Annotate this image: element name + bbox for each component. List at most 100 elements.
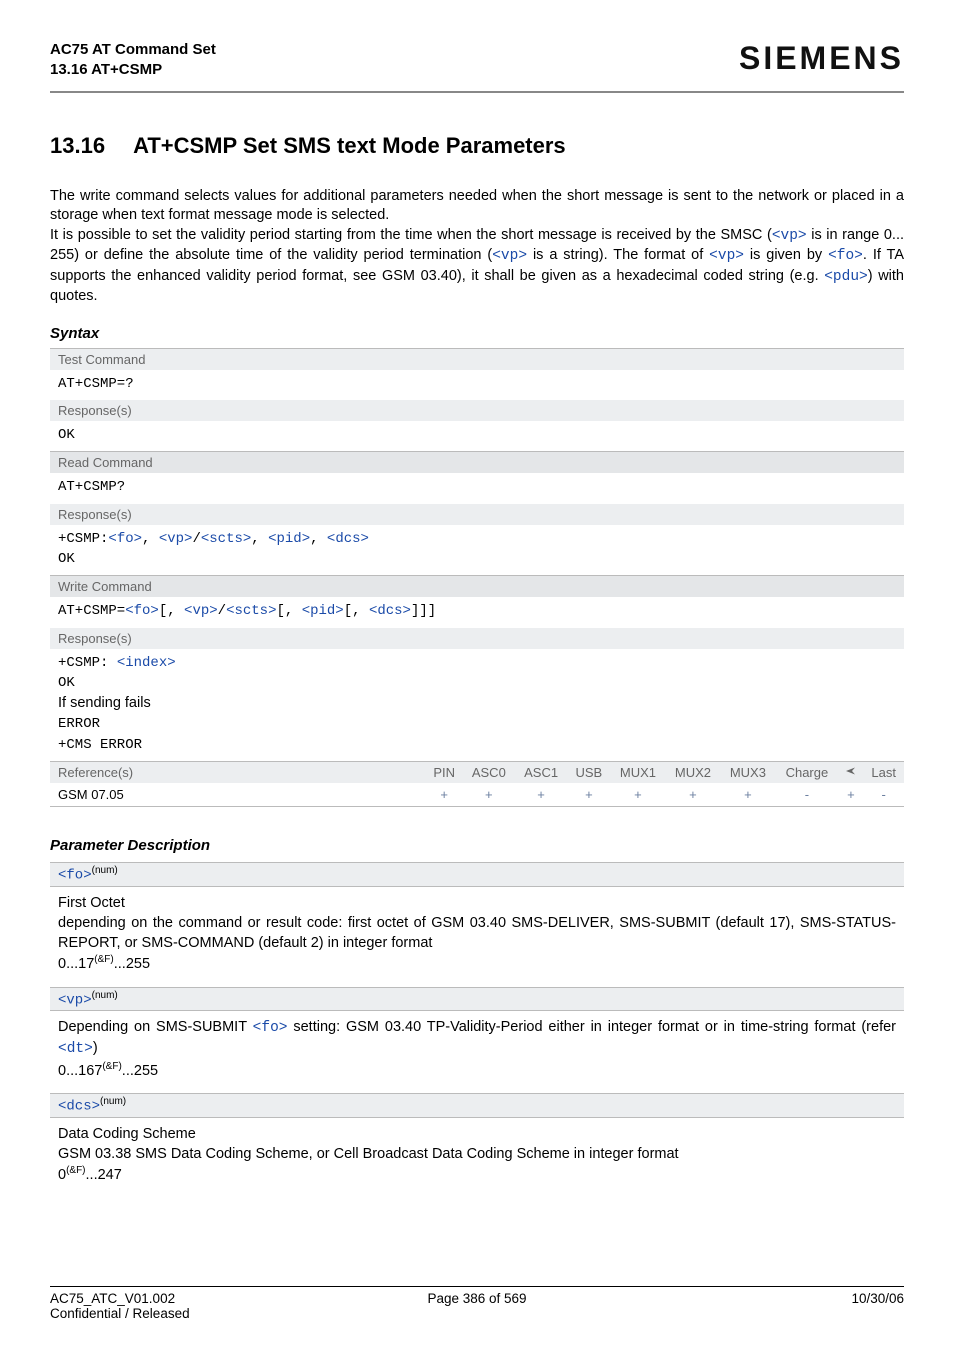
ref-head: Reference(s)	[50, 761, 426, 783]
fo-title: First Octet	[58, 893, 896, 913]
dcs-link[interactable]: <dcs>	[369, 603, 411, 619]
header-left: AC75 AT Command Set 13.16 AT+CSMP	[50, 40, 216, 81]
dcs-range: 0(&F)...247	[58, 1164, 896, 1185]
footer-page: Page 386 of 569	[335, 1291, 620, 1321]
param-vp-bar: <vp>(num)	[50, 987, 904, 1012]
vp-link[interactable]: <vp>	[772, 228, 807, 244]
test-command-block: Test Command AT+CSMP=? Response(s) OK	[50, 348, 904, 452]
ref-cell: -	[775, 783, 838, 807]
response-ok: OK	[58, 673, 896, 693]
footer-date: 10/30/06	[619, 1291, 904, 1321]
intro-text-2c: is a string). The format of	[527, 247, 709, 263]
read-command-bar: Read Command	[50, 452, 904, 473]
ref-cell: +	[515, 783, 567, 807]
col-arrow	[838, 761, 863, 783]
response-cms-error: +CMS ERROR	[58, 735, 896, 755]
responses-bar: Response(s)	[50, 628, 904, 649]
vp-desc: Depending on SMS-SUBMIT <fo> setting: GS…	[58, 1017, 896, 1060]
ref-cell: -	[863, 783, 904, 807]
col-mux2: MUX2	[665, 761, 720, 783]
col-pin: PIN	[426, 761, 463, 783]
section-number: 13.16	[50, 133, 105, 159]
ref-cell: +	[665, 783, 720, 807]
col-asc0: ASC0	[463, 761, 515, 783]
dcs-title: Data Coding Scheme	[58, 1124, 896, 1144]
ref-cell: +	[567, 783, 610, 807]
response-error: ERROR	[58, 714, 896, 734]
fo-link[interactable]: <fo>	[253, 1020, 288, 1036]
test-command-text: AT+CSMP=?	[58, 374, 896, 394]
footer-version: AC75_ATC_V01.002	[50, 1291, 175, 1306]
response-ok: OK	[58, 425, 896, 445]
scts-link[interactable]: <scts>	[226, 603, 276, 619]
fo-range: 0...17(&F)...255	[58, 953, 896, 974]
ref-cell: +	[426, 783, 463, 807]
ref-cell: +	[720, 783, 775, 807]
intro-text-1: The write command selects values for add…	[50, 188, 904, 224]
col-usb: USB	[567, 761, 610, 783]
read-command-text: AT+CSMP?	[58, 477, 896, 497]
responses-bar: Response(s)	[50, 504, 904, 525]
param-dcs-bar: <dcs>(num)	[50, 1093, 904, 1118]
pid-link[interactable]: <pid>	[268, 531, 310, 547]
vp-link[interactable]: <vp>	[709, 248, 744, 264]
section-title: AT+CSMP Set SMS text Mode Parameters	[133, 133, 566, 158]
intro-text-2a: It is possible to set the validity perio…	[50, 227, 772, 243]
vp-range: 0...167(&F)...255	[58, 1060, 896, 1081]
syntax-heading: Syntax	[50, 325, 904, 342]
section-heading: 13.16 AT+CSMP Set SMS text Mode Parameter…	[50, 133, 904, 159]
reference-table: Reference(s) PIN ASC0 ASC1 USB MUX1 MUX2…	[50, 761, 904, 807]
read-command-block: Read Command AT+CSMP? Response(s) +CSMP:…	[50, 451, 904, 575]
doc-subtitle: 13.16 AT+CSMP	[50, 60, 216, 80]
ref-cell: +	[611, 783, 666, 807]
fo-tag[interactable]: <fo>	[58, 868, 92, 884]
page-header: AC75 AT Command Set 13.16 AT+CSMP SIEMEN…	[50, 40, 904, 93]
param-fo-bar: <fo>(num)	[50, 862, 904, 887]
write-command-text: AT+CSMP=<fo>[, <vp>/<scts>[, <pid>[, <dc…	[58, 601, 896, 621]
airplane-icon	[845, 765, 857, 777]
dcs-link[interactable]: <dcs>	[327, 531, 369, 547]
footer-left: AC75_ATC_V01.002 Confidential / Released	[50, 1291, 335, 1321]
pdu-link[interactable]: <pdu>	[824, 269, 868, 285]
responses-bar: Response(s)	[50, 400, 904, 421]
index-link[interactable]: <index>	[117, 655, 176, 671]
test-command-bar: Test Command	[50, 349, 904, 370]
dcs-tag[interactable]: <dcs>	[58, 1099, 100, 1115]
param-dcs-body: Data Coding Scheme GSM 03.38 SMS Data Co…	[50, 1118, 904, 1190]
param-fo-body: First Octet depending on the command or …	[50, 887, 904, 979]
brand-logo: SIEMENS	[739, 40, 904, 77]
intro-text-2d: is given by	[744, 247, 828, 263]
vp-link[interactable]: <vp>	[492, 248, 527, 264]
col-mux3: MUX3	[720, 761, 775, 783]
doc-title: AC75 AT Command Set	[50, 40, 216, 60]
fo-desc: depending on the command or result code:…	[58, 913, 896, 954]
vp-tag[interactable]: <vp>	[58, 992, 92, 1008]
intro-paragraph: The write command selects values for add…	[50, 187, 904, 307]
vp-link[interactable]: <vp>	[159, 531, 193, 547]
ref-value: GSM 07.05	[50, 783, 426, 807]
pid-link[interactable]: <pid>	[302, 603, 344, 619]
fo-link[interactable]: <fo>	[108, 531, 142, 547]
param-vp-body: Depending on SMS-SUBMIT <fo> setting: GS…	[50, 1011, 904, 1085]
dcs-desc: GSM 03.38 SMS Data Coding Scheme, or Cel…	[58, 1144, 896, 1164]
ref-cell: +	[838, 783, 863, 807]
write-command-block: Write Command AT+CSMP=<fo>[, <vp>/<scts>…	[50, 575, 904, 761]
col-mux1: MUX1	[611, 761, 666, 783]
fo-link[interactable]: <fo>	[125, 603, 159, 619]
scts-link[interactable]: <scts>	[201, 531, 251, 547]
col-asc1: ASC1	[515, 761, 567, 783]
footer-confidential: Confidential / Released	[50, 1306, 190, 1321]
col-charge: Charge	[775, 761, 838, 783]
col-last: Last	[863, 761, 904, 783]
page-footer: AC75_ATC_V01.002 Confidential / Released…	[50, 1286, 904, 1321]
read-response-line: +CSMP:<fo>, <vp>/<scts>, <pid>, <dcs>	[58, 529, 896, 549]
vp-link[interactable]: <vp>	[184, 603, 218, 619]
vp-sup: (num)	[92, 990, 118, 1001]
write-response-line: +CSMP: <index>	[58, 653, 896, 673]
ref-cell: +	[463, 783, 515, 807]
csmp-prefix: +CSMP:	[58, 531, 108, 547]
write-command-bar: Write Command	[50, 576, 904, 597]
dt-link[interactable]: <dt>	[58, 1041, 93, 1057]
fo-link[interactable]: <fo>	[828, 248, 863, 264]
parameter-description-heading: Parameter Description	[50, 837, 904, 854]
